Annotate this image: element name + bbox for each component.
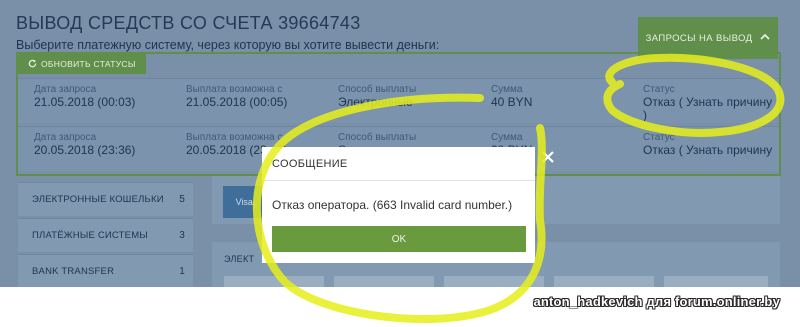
watermark-credit: anton_hadkevich для forum.onliner.by [533, 294, 780, 309]
highlight-annotation [252, 53, 785, 323]
